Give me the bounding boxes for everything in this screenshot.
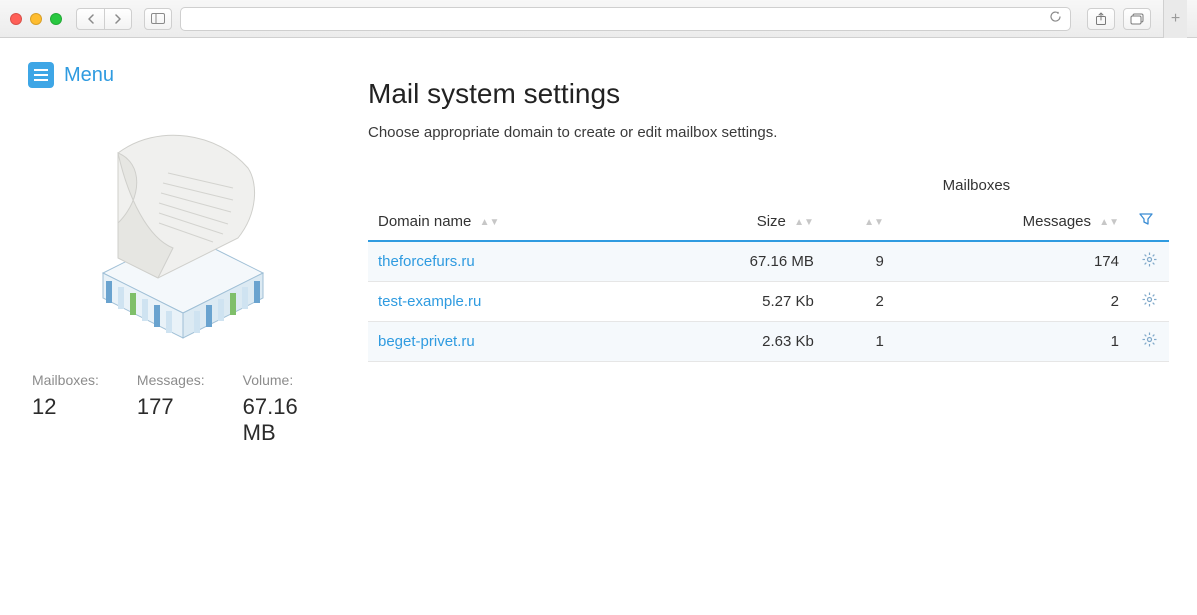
gear-icon[interactable] — [1142, 292, 1157, 307]
page-subtitle: Choose appropriate domain to create or e… — [368, 124, 1169, 141]
stat-value: 12 — [32, 394, 99, 420]
stat-messages: Messages: 177 — [137, 372, 205, 446]
cell-settings — [1129, 282, 1169, 322]
col-mailboxes[interactable]: ▲▼ — [824, 204, 894, 241]
col-domain[interactable]: Domain name ▲▼ — [368, 204, 654, 241]
minimize-window-button[interactable] — [30, 13, 42, 25]
cell-size: 67.16 MB — [654, 241, 824, 282]
cell-domain: theforcefurs.ru — [368, 241, 654, 282]
sort-icon: ▲▼ — [794, 217, 814, 228]
table-row: theforcefurs.ru 67.16 MB9174 — [368, 241, 1169, 282]
close-window-button[interactable] — [10, 13, 22, 25]
cell-domain: beget-privet.ru — [368, 322, 654, 362]
stat-label: Volume: — [243, 372, 328, 388]
domain-link[interactable]: theforcefurs.ru — [378, 253, 475, 270]
sort-icon: ▲▼ — [480, 217, 500, 228]
domain-link[interactable]: test-example.ru — [378, 293, 481, 310]
reload-icon[interactable] — [1049, 10, 1062, 28]
sidebar: Menu — [28, 58, 328, 446]
stat-mailboxes: Mailboxes: 12 — [32, 372, 99, 446]
stat-volume: Volume: 67.16 MB — [243, 372, 328, 446]
cell-settings — [1129, 241, 1169, 282]
back-button[interactable] — [76, 8, 104, 30]
gear-icon[interactable] — [1142, 252, 1157, 267]
filter-icon — [1139, 212, 1153, 226]
new-tab-button[interactable]: + — [1163, 0, 1187, 38]
stat-value: 177 — [137, 394, 205, 420]
menu-button[interactable]: Menu — [28, 62, 328, 88]
domains-table: Mailboxes Domain name ▲▼ Size ▲▼ ▲▼ — [368, 169, 1169, 362]
mail-illustration — [63, 128, 293, 348]
stat-label: Messages: — [137, 372, 205, 388]
browser-toolbar: + — [0, 0, 1197, 38]
hamburger-icon — [28, 62, 54, 88]
stat-label: Mailboxes: — [32, 372, 99, 388]
cell-messages: 1 — [894, 322, 1129, 362]
cell-size: 2.63 Kb — [654, 322, 824, 362]
stat-value: 67.16 MB — [243, 394, 328, 446]
tabs-button[interactable] — [1123, 8, 1151, 30]
col-messages[interactable]: Messages ▲▼ — [894, 204, 1129, 241]
sort-icon: ▲▼ — [864, 217, 884, 228]
gear-icon[interactable] — [1142, 332, 1157, 347]
nav-back-forward — [76, 8, 132, 30]
table-group-mailboxes: Mailboxes — [824, 169, 1129, 204]
sort-icon: ▲▼ — [1099, 217, 1119, 228]
main-content: Mail system settings Choose appropriate … — [368, 58, 1169, 446]
cell-mailboxes: 1 — [824, 322, 894, 362]
cell-settings — [1129, 322, 1169, 362]
summary-stats: Mailboxes: 12 Messages: 177 Volume: 67.1… — [28, 372, 328, 446]
cell-messages: 174 — [894, 241, 1129, 282]
col-size[interactable]: Size ▲▼ — [654, 204, 824, 241]
domain-link[interactable]: beget-privet.ru — [378, 333, 475, 350]
cell-mailboxes: 9 — [824, 241, 894, 282]
menu-label: Menu — [64, 64, 114, 87]
table-row: test-example.ru5.27 Kb22 — [368, 282, 1169, 322]
forward-button[interactable] — [104, 8, 132, 30]
cell-messages: 2 — [894, 282, 1129, 322]
cell-mailboxes: 2 — [824, 282, 894, 322]
col-filter[interactable] — [1129, 204, 1169, 241]
window-controls — [10, 13, 62, 25]
page-title: Mail system settings — [368, 78, 1169, 110]
table-row: beget-privet.ru2.63 Kb11 — [368, 322, 1169, 362]
maximize-window-button[interactable] — [50, 13, 62, 25]
sidebar-toggle-button[interactable] — [144, 8, 172, 30]
cell-size: 5.27 Kb — [654, 282, 824, 322]
share-button[interactable] — [1087, 8, 1115, 30]
address-bar[interactable] — [180, 7, 1071, 31]
cell-domain: test-example.ru — [368, 282, 654, 322]
